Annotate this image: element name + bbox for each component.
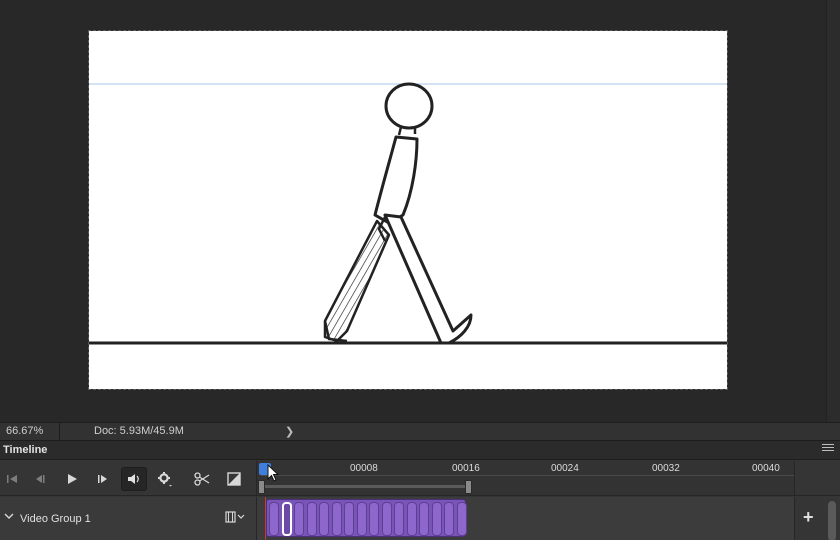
frame-clip[interactable] [319,502,329,536]
go-to-first-frame-button[interactable] [0,469,24,489]
frame-clip[interactable] [381,502,392,536]
add-media-button[interactable]: + [803,508,814,526]
mouse-cursor-icon [267,464,280,482]
settings-gear-icon [158,472,172,487]
work-area-bar[interactable] [263,485,469,488]
frame-clip[interactable] [269,502,279,536]
zoom-level[interactable]: 66.67% [0,423,60,440]
playback-controls [0,461,256,496]
ruler-label: 00040 [752,463,780,474]
track-area[interactable] [256,497,794,540]
frame-clip[interactable] [356,502,367,536]
go-to-next-frame-icon [98,475,107,483]
chevron-down-icon[interactable] [4,512,14,520]
play-icon [68,474,77,484]
frame-clip[interactable] [281,502,292,536]
track-name: Video Group 1 [20,513,91,525]
frame-clip[interactable] [394,502,404,536]
frame-clip[interactable] [406,502,417,536]
panel-title[interactable]: Timeline [3,444,47,456]
figure-front-leg [383,213,473,345]
track-scrollbar[interactable] [826,497,838,540]
render-settings-button[interactable] [153,469,177,489]
timeline-panel: Timeline 00008 00016 00024 00032 00040 V… [0,440,840,540]
split-scissors-icon [194,472,210,486]
film-strip-icon[interactable] [225,511,245,523]
ruler-label: 00032 [652,463,680,474]
figure-head [384,82,434,130]
audio-mute-button[interactable] [121,467,147,491]
figure-torso [373,135,419,225]
split-at-playhead-button[interactable] [190,469,214,489]
work-area-end-handle[interactable] [465,480,472,494]
panel-menu-icon[interactable] [822,444,834,454]
document-workspace [0,0,826,422]
video-clip-group[interactable] [266,499,467,537]
frame-clip[interactable] [456,502,467,536]
frame-clip[interactable] [419,502,429,536]
workspace-vertical-scrollbar[interactable] [826,0,840,422]
frame-clip[interactable] [444,502,454,536]
go-to-previous-frame-icon [36,475,45,483]
panel-tab-bar: Timeline [0,441,840,460]
ruler-label: 00016 [452,463,480,474]
frame-clip[interactable] [344,502,354,536]
frame-clip[interactable] [369,502,379,536]
status-menu-arrow-icon[interactable]: ❯ [285,425,294,438]
go-to-previous-frame-button[interactable] [28,469,52,489]
document-size-info: Doc: 5.93M/45.9M [94,425,184,437]
status-bar: 66.67% Doc: 5.93M/45.9M ❯ [0,422,840,440]
ruler-label: 00024 [551,463,579,474]
audio-icon [128,474,139,484]
track-header[interactable]: Video Group 1 [0,497,256,540]
frame-clip[interactable] [431,502,442,536]
document-canvas[interactable] [88,30,728,390]
frame-clip[interactable] [294,502,304,536]
walking-figure-drawing [89,82,727,345]
frame-clip[interactable] [331,502,342,536]
go-to-next-frame-button[interactable] [91,469,115,489]
transition-button[interactable] [222,469,246,489]
ruler-label: 00008 [350,463,378,474]
go-to-first-frame-icon [7,475,17,483]
frame-clip[interactable] [306,502,317,536]
transition-icon [227,472,241,486]
play-button[interactable] [60,469,84,489]
work-area-start-handle[interactable] [258,480,265,494]
timeline-ruler[interactable]: 00008 00016 00024 00032 00040 [256,461,794,496]
figure-back-leg [323,219,391,343]
